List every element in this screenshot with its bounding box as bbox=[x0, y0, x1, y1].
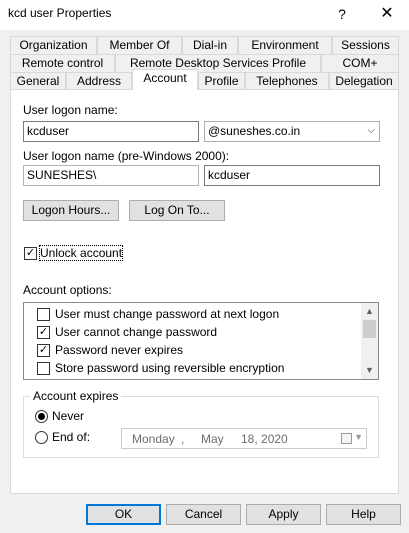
tab-account[interactable]: Account bbox=[132, 69, 198, 90]
pre-windows-2000-name-input[interactable]: kcduser bbox=[204, 165, 380, 186]
ok-button[interactable]: OK bbox=[86, 504, 161, 525]
upn-suffix-value: @suneshes.co.in bbox=[208, 124, 301, 138]
scroll-thumb[interactable] bbox=[363, 320, 376, 338]
tab-telephones[interactable]: Telephones bbox=[245, 72, 329, 90]
tab-address[interactable]: Address bbox=[66, 72, 132, 90]
list-item[interactable]: Store password using reversible encrypti… bbox=[55, 361, 284, 375]
unlock-account-label[interactable]: Unlock account bbox=[38, 245, 124, 261]
tab-member-of[interactable]: Member Of bbox=[97, 36, 182, 54]
list-item[interactable]: Password never expires bbox=[55, 343, 183, 357]
calendar-icon[interactable] bbox=[341, 433, 352, 444]
unlock-account-checkbox[interactable]: ✓ bbox=[24, 247, 37, 260]
date-separator: , bbox=[181, 432, 185, 446]
account-tab-panel: User logon name: kcduser @suneshes.co.in… bbox=[10, 89, 399, 494]
check-icon: ✓ bbox=[25, 247, 36, 259]
tab-remote-control[interactable]: Remote control bbox=[10, 54, 115, 72]
tab-sessions[interactable]: Sessions bbox=[332, 36, 399, 54]
upn-suffix-select[interactable]: @suneshes.co.in ⌵ bbox=[204, 121, 380, 142]
chevron-down-icon[interactable]: ▼ bbox=[354, 432, 363, 442]
pre-windows-2000-domain: SUNESHES\ bbox=[23, 165, 199, 186]
option-checkbox-never-expires[interactable]: ✓ bbox=[37, 344, 50, 357]
pre-windows-2000-label: User logon name (pre-Windows 2000): bbox=[23, 149, 230, 163]
account-expires-title: Account expires bbox=[30, 389, 122, 403]
close-button[interactable]: ✕ bbox=[365, 0, 409, 30]
apply-button[interactable]: Apply bbox=[246, 504, 321, 525]
list-item[interactable]: User cannot change password bbox=[55, 325, 217, 339]
date-month: May bbox=[201, 432, 224, 446]
logon-name-input[interactable]: kcduser bbox=[23, 121, 199, 142]
expires-never-label[interactable]: Never bbox=[52, 409, 84, 423]
window-title: kcd user Properties bbox=[8, 6, 112, 20]
tab-com-plus[interactable]: COM+ bbox=[321, 54, 399, 72]
tab-environment[interactable]: Environment bbox=[238, 36, 332, 54]
tab-delegation[interactable]: Delegation bbox=[329, 72, 399, 90]
date-day-name: Monday bbox=[132, 432, 175, 446]
option-checkbox-must-change[interactable] bbox=[37, 308, 50, 321]
logon-hours-button[interactable]: Logon Hours... bbox=[23, 200, 119, 221]
chevron-down-icon: ⌵ bbox=[367, 125, 375, 136]
account-options-label: Account options: bbox=[23, 283, 112, 297]
expiry-date-picker[interactable]: Monday , May 18, 2020 ▼ bbox=[121, 428, 367, 449]
check-icon: ✓ bbox=[38, 344, 49, 356]
expires-end-of-radio[interactable] bbox=[35, 431, 48, 444]
account-options-list[interactable]: User must change password at next logon … bbox=[23, 302, 379, 380]
tab-dial-in[interactable]: Dial-in bbox=[182, 36, 238, 54]
tab-organization[interactable]: Organization bbox=[10, 36, 97, 54]
list-item[interactable]: User must change password at next logon bbox=[55, 307, 279, 321]
options-scrollbar[interactable]: ▲ ▼ bbox=[361, 303, 378, 379]
logon-name-label: User logon name: bbox=[23, 103, 118, 117]
check-icon: ✓ bbox=[38, 326, 49, 338]
expires-never-radio[interactable] bbox=[35, 410, 48, 423]
radio-selected-icon bbox=[38, 413, 45, 420]
date-day-year: 18, 2020 bbox=[241, 432, 288, 446]
log-on-to-button[interactable]: Log On To... bbox=[129, 200, 225, 221]
option-checkbox-cannot-change[interactable]: ✓ bbox=[37, 326, 50, 339]
scroll-up-icon[interactable]: ▲ bbox=[361, 303, 378, 320]
help-button[interactable]: Help bbox=[326, 504, 401, 525]
scroll-down-icon[interactable]: ▼ bbox=[361, 362, 378, 379]
option-checkbox-reversible-encryption[interactable] bbox=[37, 362, 50, 375]
title-bar: kcd user Properties ? ✕ bbox=[0, 0, 409, 30]
tab-general[interactable]: General bbox=[10, 72, 66, 90]
expires-end-of-label[interactable]: End of: bbox=[52, 430, 90, 444]
cancel-button[interactable]: Cancel bbox=[166, 504, 241, 525]
help-title-button[interactable]: ? bbox=[322, 0, 362, 30]
tab-profile[interactable]: Profile bbox=[198, 72, 245, 90]
